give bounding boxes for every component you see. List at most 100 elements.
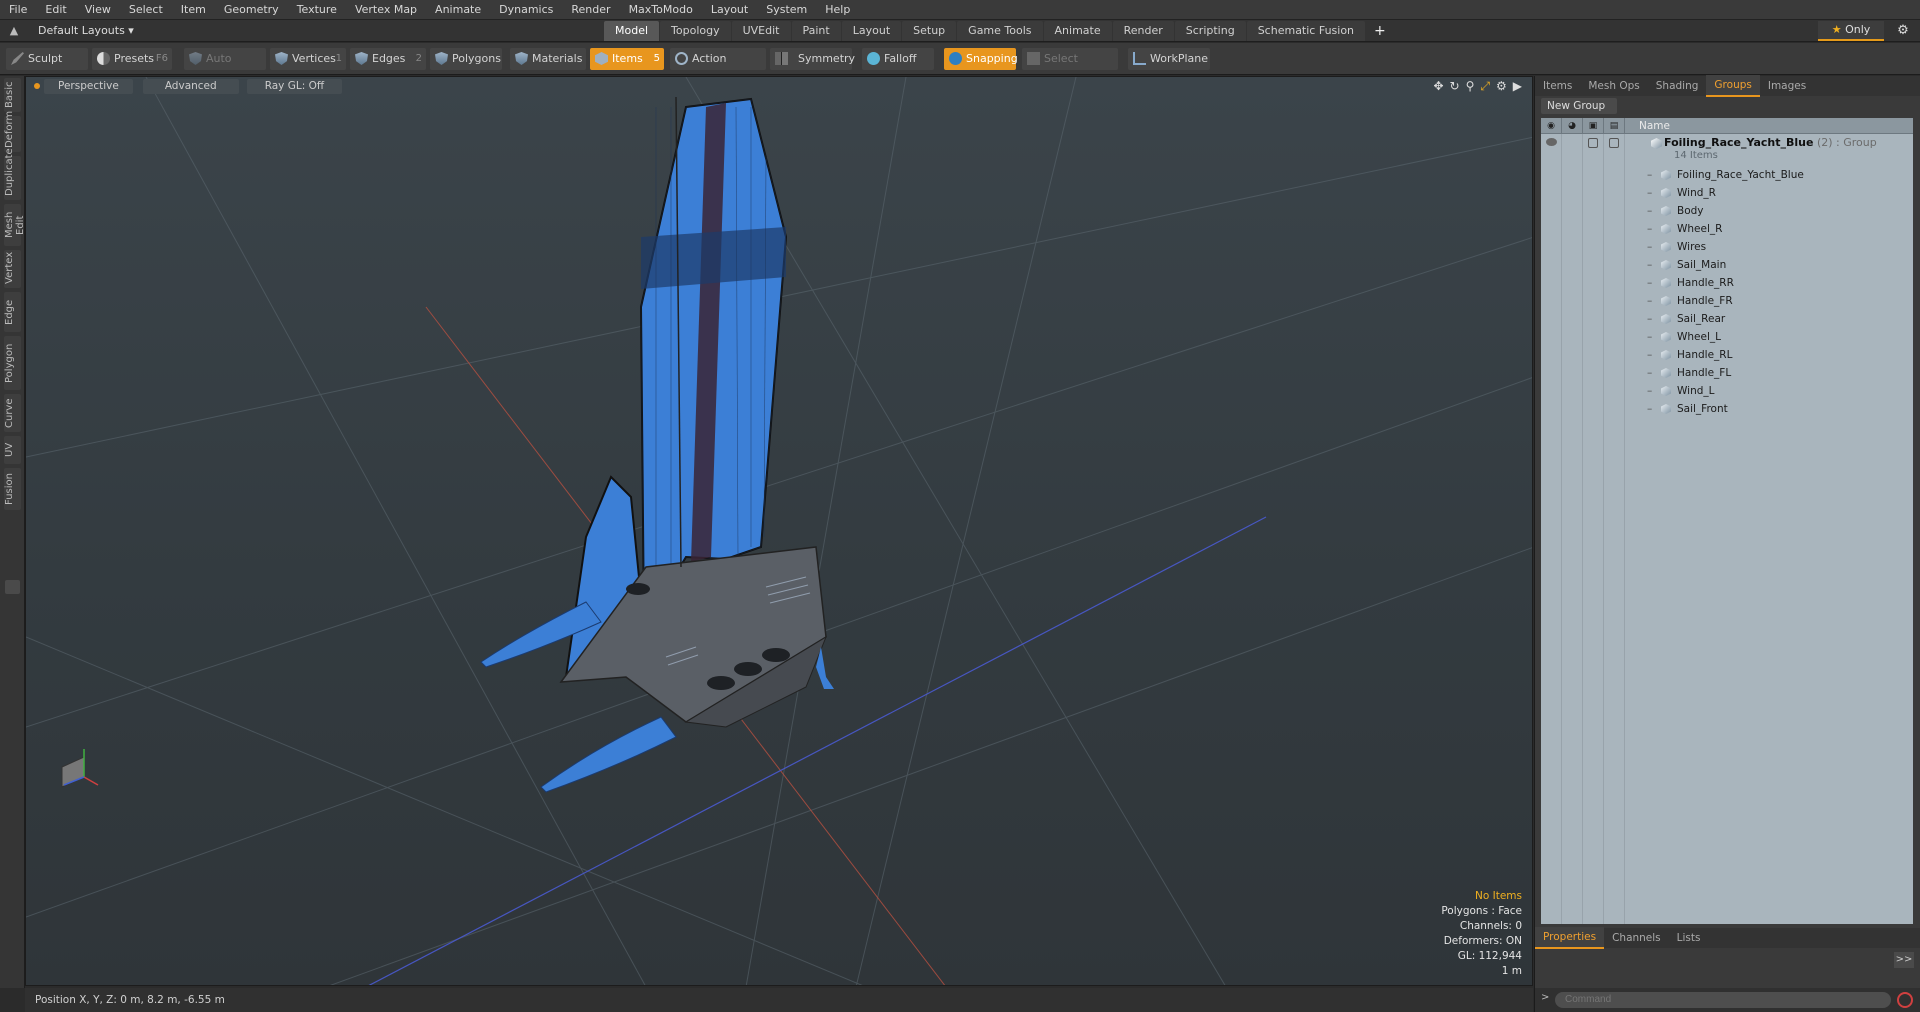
menu-item-dynamics[interactable]: Dynamics <box>490 0 562 20</box>
list-item[interactable]: – Handle_RL <box>1541 346 1913 364</box>
left-tab-deform[interactable]: Deform <box>4 111 21 152</box>
left-tab-vertex[interactable]: Vertex <box>4 250 21 288</box>
lock-column-icon[interactable]: ▣ <box>1583 118 1604 134</box>
vertices-button[interactable]: Vertices 1 <box>270 48 346 70</box>
list-item[interactable]: – Sail_Rear <box>1541 310 1913 328</box>
list-item[interactable]: – Handle_FR <box>1541 292 1913 310</box>
list-item[interactable]: – Foiling_Race_Yacht_Blue <box>1541 166 1913 184</box>
tab-topology[interactable]: Topology <box>660 21 731 41</box>
tab-animate[interactable]: Animate <box>1043 21 1112 41</box>
menu-item-view[interactable]: View <box>76 0 120 20</box>
tab-paint[interactable]: Paint <box>791 21 841 41</box>
list-item[interactable]: – Sail_Main <box>1541 256 1913 274</box>
3d-viewport[interactable]: Perspective Advanced Ray GL: Off ✥ ↻ ⚲ ⤢… <box>25 76 1533 986</box>
menu-item-item[interactable]: Item <box>172 0 215 20</box>
left-tab-uv[interactable]: UV <box>4 436 21 464</box>
select-through-button[interactable]: Select Through <box>1022 48 1118 87</box>
only-button[interactable]: ★ Only <box>1818 21 1884 41</box>
list-item[interactable]: – Wires <box>1541 238 1913 256</box>
symmetry-button[interactable]: Symmetry <box>770 48 855 70</box>
left-tab-edge[interactable]: Edge <box>4 292 21 332</box>
rotate-icon[interactable]: ↻ <box>1450 79 1460 94</box>
polygons-button[interactable]: Polygons <box>430 48 502 70</box>
viewport-menu-icon[interactable] <box>34 83 40 89</box>
layout-selector[interactable]: Default Layouts ▾ <box>28 24 158 37</box>
list-item[interactable]: – Handle_FL <box>1541 364 1913 382</box>
name-column-header[interactable]: Name <box>1625 120 1670 132</box>
menu-item-edit[interactable]: Edit <box>36 0 75 20</box>
list-item[interactable]: – Handle_RR <box>1541 274 1913 292</box>
auto-select-button[interactable]: Auto Select <box>184 48 266 87</box>
list-item[interactable]: – Sail_Front <box>1541 400 1913 418</box>
panel-tab-mesh-ops[interactable]: Mesh Ops <box>1580 76 1647 96</box>
list-item[interactable]: – Wind_R <box>1541 184 1913 202</box>
expand-button[interactable]: >> <box>1894 952 1914 968</box>
tab-model[interactable]: Model <box>604 21 660 41</box>
properties-tab-channels[interactable]: Channels <box>1604 928 1669 948</box>
lock-toggle[interactable] <box>1588 138 1598 148</box>
menu-item-render[interactable]: Render <box>562 0 619 20</box>
tab-layout[interactable]: Layout <box>841 21 902 41</box>
list-item[interactable]: – Wheel_R <box>1541 220 1913 238</box>
command-input[interactable] <box>1555 992 1891 1008</box>
action-center-button[interactable]: Action Center <box>670 48 766 87</box>
left-tab-fusion[interactable]: Fusion <box>4 468 21 510</box>
menu-item-layout[interactable]: Layout <box>702 0 757 20</box>
select-toggle[interactable] <box>1609 138 1619 148</box>
menu-item-help[interactable]: Help <box>816 0 859 20</box>
falloff-button[interactable]: Falloff <box>862 48 934 70</box>
groups-list[interactable]: ◉ ◕ ▣ ▤ Name Foiling_Race_Yacht_Blue (2)… <box>1541 118 1913 924</box>
panel-tab-images[interactable]: Images <box>1760 76 1814 96</box>
visibility-column-icon[interactable]: ◉ <box>1541 118 1562 134</box>
tab-render[interactable]: Render <box>1112 21 1174 41</box>
left-tab-basic[interactable]: Basic <box>4 78 21 112</box>
view-mode-button[interactable]: Perspective <box>44 78 133 94</box>
collapse-button[interactable] <box>5 580 20 594</box>
menu-item-animate[interactable]: Animate <box>426 0 490 20</box>
panel-tab-items[interactable]: Items <box>1535 76 1580 96</box>
new-group-button[interactable]: New Group <box>1541 98 1617 114</box>
panel-tab-groups[interactable]: Groups <box>1706 75 1760 97</box>
list-item[interactable]: – Wind_L <box>1541 382 1913 400</box>
properties-tab-properties[interactable]: Properties <box>1535 927 1605 949</box>
gear-icon[interactable]: ⚙ <box>1892 21 1914 41</box>
group-row[interactable]: Foiling_Race_Yacht_Blue (2) : Group 14 I… <box>1541 134 1913 166</box>
scene-canvas[interactable] <box>26 77 1533 986</box>
materials-button[interactable]: Materials <box>510 48 586 70</box>
menu-item-file[interactable]: File <box>0 0 36 20</box>
properties-tab-lists[interactable]: Lists <box>1669 928 1709 948</box>
left-tab-duplicate[interactable]: Duplicate <box>4 148 21 200</box>
tab-schematic-fusion[interactable]: Schematic Fusion <box>1246 21 1366 41</box>
shading-button[interactable]: Advanced <box>142 78 239 94</box>
list-item[interactable]: – Body <box>1541 202 1913 220</box>
raygl-button[interactable]: Ray GL: Off <box>246 78 343 94</box>
left-tab-curve[interactable]: Curve <box>4 394 21 432</box>
menu-item-system[interactable]: System <box>757 0 816 20</box>
presets-button[interactable]: Presets F6 <box>92 48 172 70</box>
zoom-icon[interactable]: ⚲ <box>1466 79 1475 94</box>
items-button[interactable]: Items 5 <box>590 48 664 70</box>
menu-item-geometry[interactable]: Geometry <box>215 0 288 20</box>
home-icon[interactable]: ▲ <box>0 24 28 37</box>
menu-item-vertex-map[interactable]: Vertex Map <box>346 0 426 20</box>
menu-item-texture[interactable]: Texture <box>288 0 346 20</box>
viewport-gear-icon[interactable]: ⚙ <box>1496 79 1507 94</box>
add-tab-icon[interactable]: + <box>1366 21 1394 41</box>
fit-icon[interactable]: ⤢ <box>1480 79 1490 94</box>
workplane-button[interactable]: WorkPlane <box>1128 48 1210 70</box>
tab-uvedit[interactable]: UVEdit <box>731 21 791 41</box>
stop-icon[interactable] <box>1897 992 1913 1008</box>
viewport-arrow-icon[interactable]: ▶ <box>1513 79 1522 94</box>
list-item[interactable]: – Wheel_L <box>1541 328 1913 346</box>
snapping-button[interactable]: Snapping <box>944 48 1018 70</box>
left-tab-polygon[interactable]: Polygon <box>4 336 21 390</box>
tab-scripting[interactable]: Scripting <box>1174 21 1246 41</box>
select-column-icon[interactable]: ▤ <box>1604 118 1625 134</box>
menu-item-select[interactable]: Select <box>120 0 172 20</box>
eye-icon[interactable] <box>1546 138 1557 146</box>
menu-item-maxtomodo[interactable]: MaxToModo <box>620 0 702 20</box>
tab-game-tools[interactable]: Game Tools <box>957 21 1043 41</box>
pan-icon[interactable]: ✥ <box>1433 79 1443 94</box>
tab-setup[interactable]: Setup <box>902 21 957 41</box>
sculpt-button[interactable]: Sculpt <box>6 48 88 70</box>
